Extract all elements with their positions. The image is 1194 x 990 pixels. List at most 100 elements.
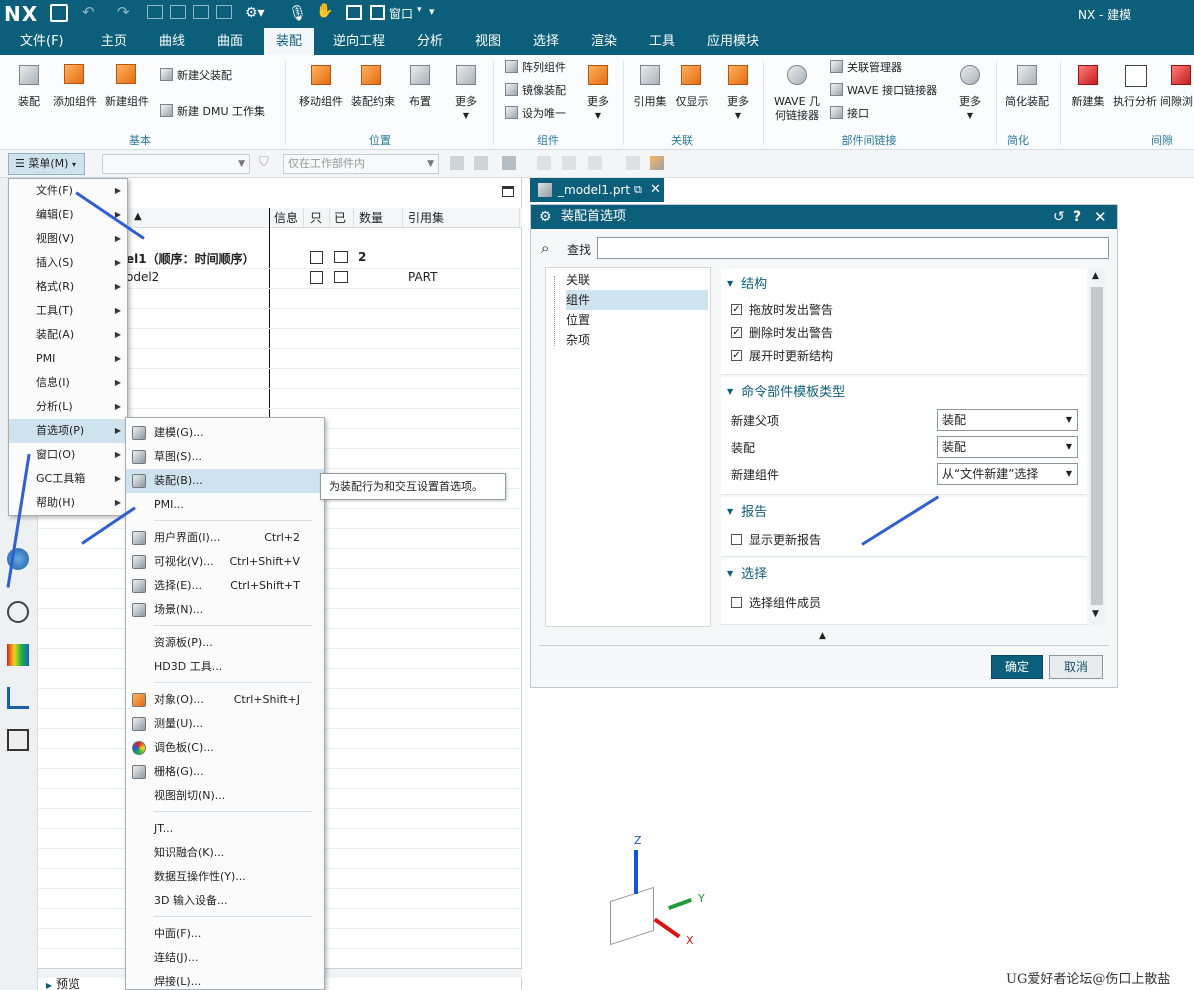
pref-midsurface[interactable]: 中面(F)...: [126, 922, 324, 946]
paste-icon[interactable]: [193, 5, 209, 19]
snap-icon[interactable]: [537, 156, 551, 170]
section-title[interactable]: 命令部件模板类型: [727, 381, 845, 400]
pref-scene[interactable]: 场景(N)...: [126, 598, 324, 622]
pref-resource-bar[interactable]: 资源板(P)...: [126, 631, 324, 655]
cut-icon[interactable]: [147, 5, 163, 19]
show-update-report-checkbox[interactable]: [731, 534, 742, 545]
tree-item-position[interactable]: 位置: [566, 310, 708, 330]
menu-item-analysis[interactable]: 分析(L) ▶: [9, 395, 127, 419]
interpart-more-button[interactable]: 更多 ▼: [950, 61, 990, 123]
tab-analysis[interactable]: 分析: [413, 28, 447, 55]
tools-icon[interactable]: [7, 729, 29, 751]
assembly-dropdown[interactable]: 装配: [937, 436, 1078, 458]
menu-button[interactable]: ☰ 菜单(M) ▾: [8, 153, 85, 175]
col-info[interactable]: 信息: [274, 208, 304, 228]
pref-view-section[interactable]: 视图剖切(N)...: [126, 784, 324, 808]
interface-button[interactable]: 接口: [830, 105, 869, 123]
pref-user-interface[interactable]: 用户界面(I)... Ctrl+2: [126, 526, 324, 550]
tab-tools[interactable]: 工具: [645, 28, 679, 55]
snap-icon[interactable]: [650, 156, 664, 170]
pref-data-interop[interactable]: 数据互操作性(Y)...: [126, 865, 324, 889]
pref-hd3d-tools[interactable]: HD3D 工具...: [126, 655, 324, 679]
mirror-assembly-button[interactable]: 镜像装配: [505, 82, 566, 100]
repeat-icon[interactable]: [216, 5, 232, 19]
tab-assembly[interactable]: 装配: [264, 28, 315, 55]
menu-item-insert[interactable]: 插入(S) ▶: [9, 251, 127, 275]
run-analysis-button[interactable]: 执行分析: [1110, 61, 1160, 109]
assemble-button[interactable]: 装配: [6, 61, 52, 109]
scroll-down-icon[interactable]: ▼: [1092, 609, 1099, 619]
filter-icon[interactable]: ⛉: [259, 155, 269, 170]
new-parent-button[interactable]: 新建父装配: [160, 67, 232, 85]
relation-more-button[interactable]: 更多 ▼: [718, 61, 758, 123]
redo-icon[interactable]: ↷: [117, 3, 130, 21]
pref-palette[interactable]: 调色板(C)...: [126, 736, 324, 760]
add-component-button[interactable]: 添加组件: [50, 61, 100, 109]
preview-section[interactable]: ▶ 预览: [46, 978, 80, 990]
pref-grid[interactable]: 栅格(G)...: [126, 760, 324, 784]
tab-view[interactable]: 视图: [471, 28, 505, 55]
hand-icon[interactable]: ✋: [316, 3, 333, 19]
new-set-button[interactable]: 新建集: [1066, 61, 1110, 109]
new-component-button[interactable]: 新建组件: [102, 61, 152, 109]
tab-pin-icon[interactable]: ⧉: [634, 178, 642, 202]
microphone-icon[interactable]: 🎙: [288, 4, 307, 22]
pref-selection[interactable]: 选择(E)... Ctrl+Shift+T: [126, 574, 324, 598]
array-component-button[interactable]: 阵列组件: [505, 59, 566, 77]
menu-item-preferences[interactable]: 首选项(P) ▶: [9, 419, 127, 443]
pref-measure[interactable]: 测量(U)...: [126, 712, 324, 736]
history-clock-icon[interactable]: [7, 601, 29, 623]
pref-jt[interactable]: JT...: [126, 817, 324, 841]
menu-item-view[interactable]: 视图(V) ▶: [9, 227, 127, 251]
switch-window-icon[interactable]: [346, 5, 362, 20]
relation-manager-button[interactable]: 关联管理器: [830, 59, 902, 77]
close-icon[interactable]: ✕: [650, 178, 661, 202]
tab-surface[interactable]: 曲面: [213, 28, 247, 55]
pref-modeling[interactable]: 建模(G)...: [126, 421, 324, 445]
col-quantity[interactable]: 数量: [359, 208, 403, 228]
snap-icon[interactable]: [626, 156, 640, 170]
pref-sketch[interactable]: 草图(S)...: [126, 445, 324, 469]
type-filter-dropdown[interactable]: ▼: [102, 154, 250, 174]
touch-mode-icon[interactable]: ⚙▾: [245, 5, 265, 21]
select-tool-icon[interactable]: [450, 156, 464, 170]
tab-select[interactable]: 选择: [529, 28, 563, 55]
window-menu-chevron-icon[interactable]: ▾: [417, 5, 422, 15]
pref-knowledge-fusion[interactable]: 知识融合(K)...: [126, 841, 324, 865]
selection-scope-dropdown[interactable]: 仅在工作部件内 ▼: [283, 154, 439, 174]
scroll-up-icon[interactable]: ▲: [1092, 271, 1099, 281]
update-on-expand-checkbox[interactable]: ✓: [731, 350, 742, 361]
warn-on-drag-checkbox[interactable]: ✓: [731, 304, 742, 315]
move-component-button[interactable]: 移动组件: [296, 61, 346, 109]
collapse-up-icon[interactable]: ▲: [819, 631, 826, 641]
scrollbar-thumb[interactable]: [1091, 287, 1103, 605]
cancel-button[interactable]: 取消: [1049, 655, 1103, 679]
reset-icon[interactable]: ↺: [1053, 205, 1065, 229]
palette-icon[interactable]: [7, 644, 29, 666]
col-readonly[interactable]: 只: [310, 208, 330, 228]
save-icon[interactable]: [50, 4, 68, 22]
close-icon[interactable]: ✕: [1094, 205, 1107, 229]
pref-3d-input[interactable]: 3D 输入设备...: [126, 889, 324, 913]
snap-icon[interactable]: [588, 156, 602, 170]
tab-curve[interactable]: 曲线: [155, 28, 189, 55]
clearance-browser-button[interactable]: 间隙浏: [1160, 61, 1194, 109]
make-unique-button[interactable]: 设为唯一: [505, 105, 566, 123]
reference-set-button[interactable]: 引用集: [628, 61, 672, 109]
document-tab[interactable]: _model1.prt ⧉ ✕: [530, 178, 664, 202]
wave-linker-button[interactable]: WAVE 几何链接器: [770, 61, 824, 123]
help-icon[interactable]: ?: [1073, 205, 1081, 229]
select-component-members-checkbox[interactable]: [731, 597, 742, 608]
pref-assembly[interactable]: 装配(B)...: [126, 469, 324, 493]
ok-button[interactable]: 确定: [991, 655, 1043, 679]
menu-item-pmi[interactable]: PMI ▶: [9, 347, 127, 371]
customize-chevron-icon[interactable]: ▾: [429, 5, 435, 18]
tree-item-relation[interactable]: 关联: [566, 270, 708, 290]
col-reference-set[interactable]: 引用集: [408, 208, 520, 228]
copy-icon[interactable]: [170, 5, 186, 19]
tree-item-misc[interactable]: 杂项: [566, 330, 708, 350]
show-only-button[interactable]: 仅显示: [672, 61, 712, 109]
tab-reverse-engineering[interactable]: 逆向工程: [329, 28, 389, 55]
select-tool-icon[interactable]: [474, 156, 488, 170]
section-title[interactable]: 报告: [727, 501, 767, 520]
